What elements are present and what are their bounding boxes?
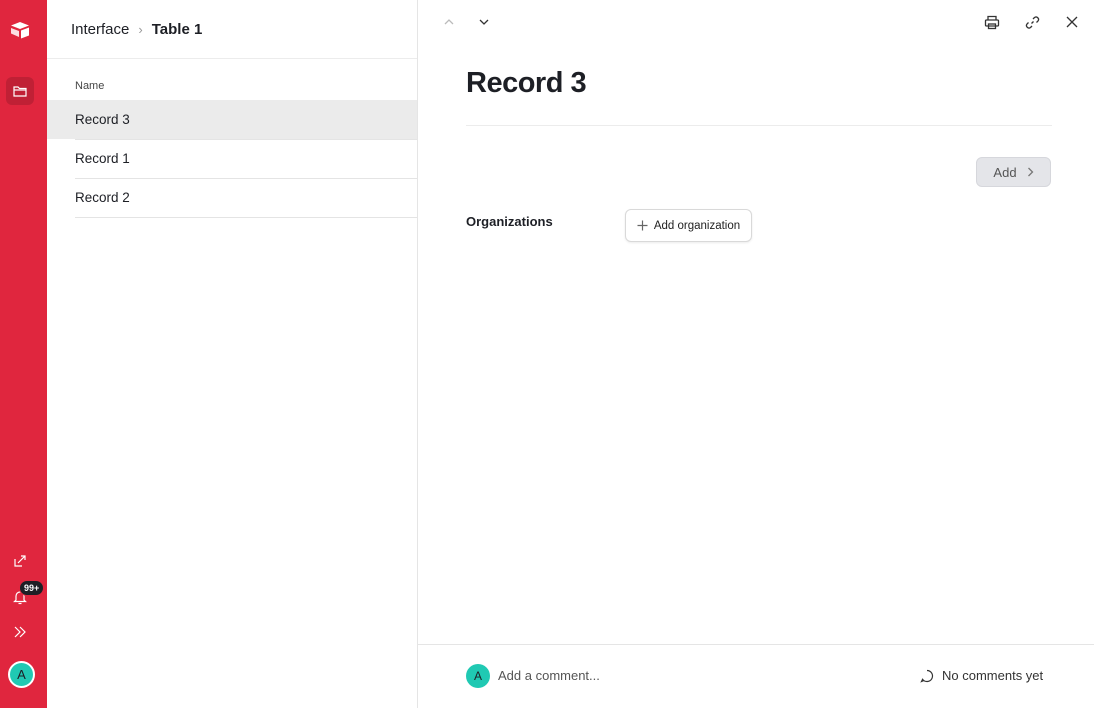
user-avatar[interactable]: A <box>8 661 35 688</box>
print-icon[interactable] <box>980 11 1004 33</box>
share-icon[interactable] <box>6 547 34 575</box>
list-item[interactable]: Record 3 <box>47 100 417 140</box>
list-item[interactable]: Record 1 <box>47 139 417 179</box>
breadcrumb-current[interactable]: Table 1 <box>152 21 203 38</box>
left-rail: 99+ A <box>0 0 47 708</box>
comment-input[interactable]: Add a comment... <box>498 668 600 683</box>
add-button[interactable]: Add <box>976 157 1051 187</box>
add-button-label: Add <box>993 164 1017 180</box>
next-record-chevron-down-icon[interactable] <box>473 12 495 32</box>
comment-avatar: A <box>466 664 490 688</box>
chevron-right-icon: › <box>138 21 143 37</box>
organizations-field-label: Organizations <box>466 214 553 229</box>
divider <box>466 125 1052 126</box>
divider <box>75 217 417 218</box>
breadcrumb-root[interactable]: Interface <box>71 21 129 38</box>
add-organization-label: Add organization <box>653 219 741 232</box>
comment-bubble-icon <box>920 669 934 683</box>
record-list-panel: Interface › Table 1 Name Record 3 Record… <box>47 0 418 708</box>
close-icon[interactable] <box>1060 11 1084 33</box>
record-list: Record 3 Record 1 Record 2 <box>47 100 417 218</box>
breadcrumb: Interface › Table 1 <box>71 19 202 39</box>
chevron-right-icon <box>1027 167 1034 177</box>
previous-record-chevron-up-icon[interactable] <box>438 12 460 32</box>
column-header-name[interactable]: Name <box>75 80 104 92</box>
divider <box>47 58 417 59</box>
no-comments-label: No comments yet <box>942 668 1044 683</box>
list-item-label: Record 1 <box>75 151 130 166</box>
add-organization-button[interactable]: Add organization <box>625 209 752 242</box>
plus-icon <box>637 220 648 231</box>
list-item-label: Record 2 <box>75 190 130 205</box>
comments-status[interactable]: No comments yet <box>920 668 1043 683</box>
expand-sidebar-icon[interactable] <box>6 618 34 646</box>
divider <box>418 644 1094 645</box>
notification-count-badge: 99+ <box>19 580 45 596</box>
list-item[interactable]: Record 2 <box>47 178 417 218</box>
copy-link-icon[interactable] <box>1020 11 1044 33</box>
record-detail-panel: Record 3 Add Organizations Add organizat… <box>418 0 1094 708</box>
app-logo-icon[interactable] <box>6 16 34 44</box>
list-item-label: Record 3 <box>75 112 130 127</box>
folder-icon[interactable] <box>6 77 34 105</box>
record-title[interactable]: Record 3 <box>466 67 587 100</box>
app-window: 99+ A Interface › Table 1 Name Record 3 … <box>0 0 1094 708</box>
